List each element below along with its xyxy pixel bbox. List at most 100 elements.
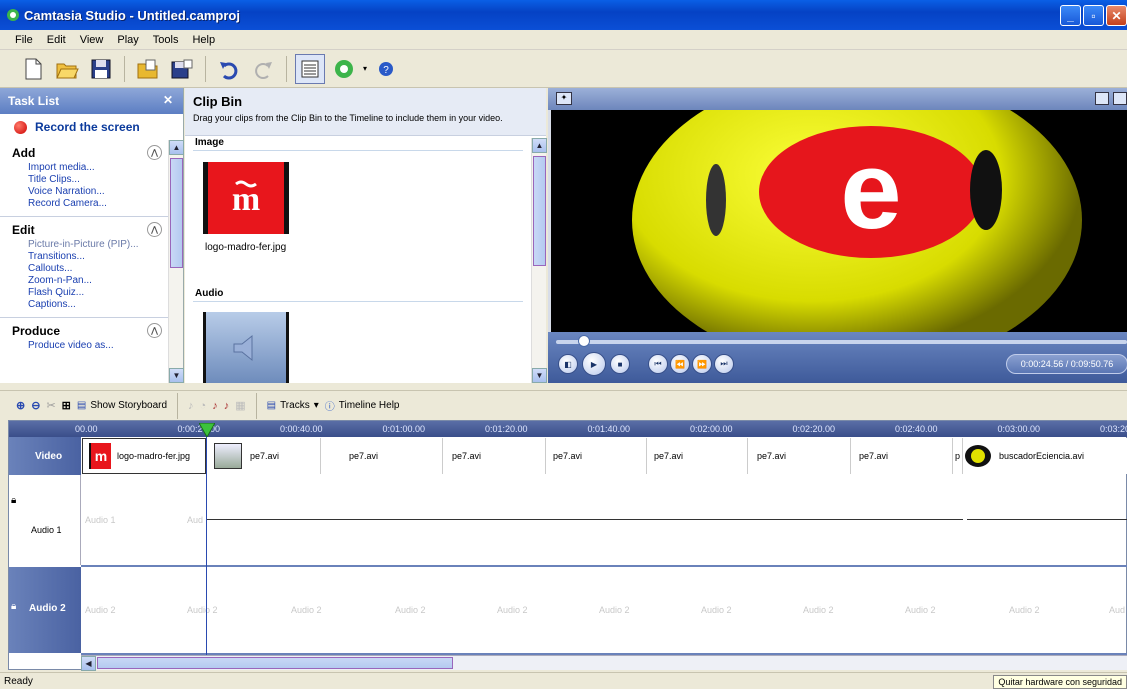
open-project-icon[interactable]: [52, 54, 82, 84]
record-dropdown-icon[interactable]: ▾: [363, 64, 367, 73]
fade-in-icon[interactable]: ◔: [200, 400, 207, 412]
zoom-n-pan-link[interactable]: Zoom-n-Pan...: [0, 275, 168, 287]
close-task-list-icon[interactable]: ✕: [163, 93, 173, 107]
open-folder-icon[interactable]: [133, 54, 163, 84]
collapse-produce-icon[interactable]: ⋀: [147, 323, 162, 338]
record-label: Record the screen: [35, 120, 140, 134]
go-to-end-icon[interactable]: ⏭: [714, 354, 734, 374]
ruler-tick-label: 0:01:40.00: [587, 424, 631, 434]
callouts-link[interactable]: Callouts...: [0, 263, 168, 275]
audio-clip[interactable]: [203, 312, 289, 383]
help-icon[interactable]: ?: [371, 54, 401, 84]
timeline-scrollbar[interactable]: ◀: [81, 655, 1127, 671]
new-project-icon[interactable]: [18, 54, 48, 84]
menu-tools[interactable]: Tools: [146, 34, 186, 46]
collapse-add-icon[interactable]: ⋀: [147, 145, 162, 160]
clip-scroll-down-icon[interactable]: ▼: [532, 368, 547, 383]
tracks-icon: ▤: [266, 400, 277, 411]
ruler-tick-label: 0:03:00.00: [997, 424, 1041, 434]
audio1-clip-label: Aud: [187, 515, 204, 525]
flash-quiz-link[interactable]: Flash Quiz...: [0, 287, 168, 299]
audio2-clip-label: Audio 2: [497, 605, 528, 615]
record-camera-link[interactable]: Record Camera...: [0, 198, 168, 210]
play-button[interactable]: ▶: [582, 352, 606, 376]
voice-narration-link[interactable]: Voice Narration...: [0, 186, 168, 198]
stop-button[interactable]: ■: [610, 354, 630, 374]
timeline-scroll-left-icon[interactable]: ◀: [81, 656, 96, 671]
seek-thumb[interactable]: [578, 335, 591, 347]
timeline-help-button[interactable]: ⓘ Timeline Help: [325, 398, 400, 413]
save-as-icon[interactable]: [167, 54, 197, 84]
scroll-down-icon[interactable]: ▼: [169, 368, 184, 383]
menu-file[interactable]: File: [8, 34, 40, 46]
scroll-thumb[interactable]: [170, 158, 183, 268]
playhead-marker-icon[interactable]: [199, 423, 215, 437]
video-clip[interactable]: pe7.avi: [648, 438, 748, 474]
redo-icon[interactable]: [248, 54, 278, 84]
scroll-up-icon[interactable]: ▲: [169, 140, 184, 155]
audio1-clip-label: Audio 1: [85, 515, 116, 525]
video-track-header[interactable]: Video: [9, 437, 81, 475]
menu-help[interactable]: Help: [185, 34, 222, 46]
split-icon[interactable]: ⊞: [62, 399, 71, 412]
fullscreen-icon[interactable]: [1095, 92, 1109, 105]
audio1-track-header[interactable]: Audio 1: [9, 475, 81, 565]
menu-edit[interactable]: Edit: [40, 34, 73, 46]
menu-play[interactable]: Play: [110, 34, 145, 46]
timeline-scroll-thumb[interactable]: [97, 657, 453, 669]
video-clip[interactable]: buscadorEciencia.avi: [963, 438, 1127, 474]
captions-link[interactable]: Captions...: [0, 299, 168, 311]
zoom-in-icon[interactable]: ⊕: [16, 399, 25, 412]
audio-enhance-icon[interactable]: ♪: [188, 400, 194, 412]
show-storyboard-button[interactable]: ▤ Show Storyboard: [77, 400, 167, 411]
undo-icon[interactable]: [214, 54, 244, 84]
audio2-track-header[interactable]: Audio 2: [9, 567, 81, 653]
transitions-link[interactable]: Transitions...: [0, 251, 168, 263]
storyboard-view-icon[interactable]: [295, 53, 325, 84]
record-icon[interactable]: [329, 54, 359, 84]
logo-image-clip[interactable]: m: [203, 162, 289, 234]
zoom-out-icon[interactable]: ⊖: [31, 399, 40, 412]
seek-bar[interactable]: [556, 340, 1127, 344]
video-clip[interactable]: pe7.avi: [853, 438, 953, 474]
fast-forward-icon[interactable]: ⏩: [692, 354, 712, 374]
record-the-screen-link[interactable]: Record the screen: [0, 114, 183, 140]
task-list-panel: Task List ✕ Record the screen Add ⋀ Impor…: [0, 88, 184, 383]
restore-preview-icon[interactable]: [1113, 92, 1127, 105]
save-project-icon[interactable]: [86, 54, 116, 84]
cut-icon[interactable]: ✂: [46, 399, 55, 412]
rewind-icon[interactable]: ⏪: [670, 354, 690, 374]
task-list-scrollbar[interactable]: ▲ ▼: [168, 140, 184, 383]
menu-bar: File Edit View Play Tools Help: [0, 30, 1127, 50]
go-to-start-icon[interactable]: ⏮: [648, 354, 668, 374]
clip-scroll-thumb[interactable]: [533, 156, 546, 266]
title-clips-link[interactable]: Title Clips...: [0, 174, 168, 186]
minimize-button[interactable]: _: [1060, 5, 1081, 26]
import-media-link[interactable]: Import media...: [0, 162, 168, 174]
volume-down-icon[interactable]: ♪: [224, 400, 230, 412]
clip-bin-scrollbar[interactable]: ▲ ▼: [531, 138, 547, 383]
maximize-button[interactable]: ▫: [1083, 5, 1104, 26]
collapse-edit-icon[interactable]: ⋀: [147, 222, 162, 237]
video-clip[interactable]: pe7.avi: [343, 438, 443, 474]
audio2-lock-icon[interactable]: 🔒︎: [11, 601, 16, 612]
audio1-track-divider: [81, 565, 1127, 567]
step-icon[interactable]: ◧: [558, 354, 578, 374]
time-ruler[interactable]: 00.00 0:00:20.00 0:00:40.00 0:01:00.00 0:01:…: [9, 421, 1127, 437]
close-button[interactable]: ✕: [1106, 5, 1127, 26]
menu-view[interactable]: View: [73, 34, 111, 46]
logo-video-clip[interactable]: m logo-madro-fer.jpg: [82, 438, 206, 474]
detach-preview-icon[interactable]: ✦: [556, 92, 572, 105]
video-clip[interactable]: pe7.avi: [547, 438, 647, 474]
video-clip[interactable]: p: [953, 438, 963, 474]
camtasia-app-icon: [7, 9, 19, 21]
clip-scroll-up-icon[interactable]: ▲: [532, 138, 547, 153]
silence-icon[interactable]: ▦: [235, 399, 245, 412]
produce-video-link[interactable]: Produce video as...: [0, 340, 168, 352]
video-clip[interactable]: pe7.avi: [446, 438, 546, 474]
video-clip[interactable]: pe7.avi: [208, 438, 321, 474]
lock-icon[interactable]: 🔒︎: [11, 495, 16, 506]
volume-up-icon[interactable]: ♪: [212, 400, 218, 412]
video-clip[interactable]: pe7.avi: [751, 438, 851, 474]
tracks-button[interactable]: ▤ Tracks ▾: [267, 400, 319, 411]
